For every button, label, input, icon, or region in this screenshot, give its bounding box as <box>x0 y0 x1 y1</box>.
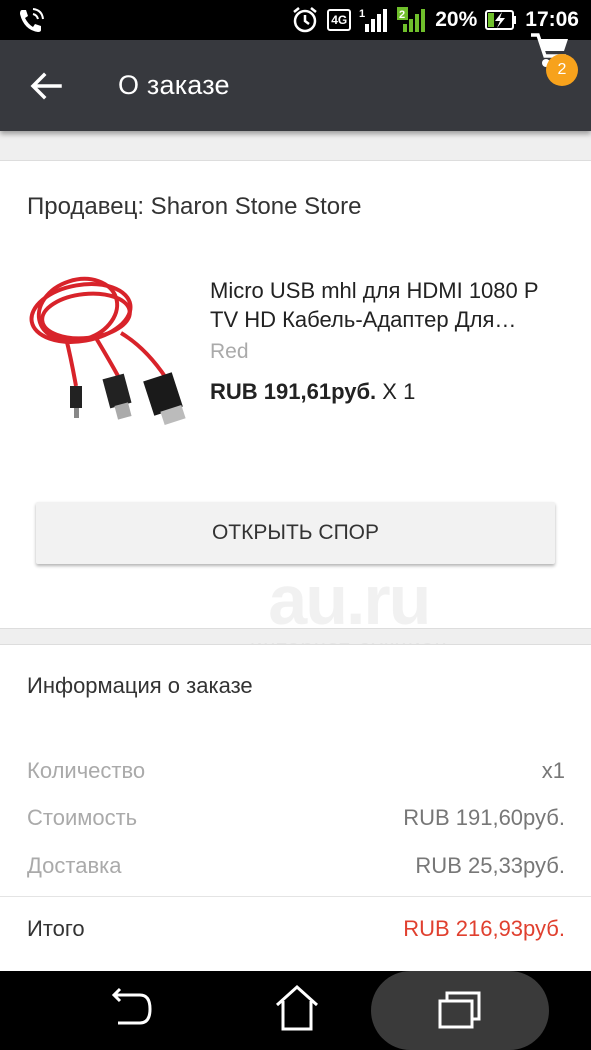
back-nav-icon[interactable] <box>106 971 156 1050</box>
signal-sim2-icon: 2 <box>397 7 426 32</box>
open-dispute-button[interactable]: ОТКРЫТЬ СПОР <box>36 502 555 564</box>
order-info-header: Информация о заказе <box>0 644 591 726</box>
status-bar: 4G 1 2 20% 17:06 <box>0 0 591 40</box>
system-nav-bar <box>0 971 591 1050</box>
cart-count-badge[interactable]: 2 <box>546 54 578 86</box>
product-price-line: RUB 191,61руб. X 1 <box>210 379 415 405</box>
app-bar: О заказе <box>0 40 591 131</box>
phone-call-icon <box>20 8 44 32</box>
product-price: RUB 191,61руб. <box>210 379 377 404</box>
seller-header[interactable]: Продавец: Sharon Stone Store <box>0 160 591 247</box>
row-label: Стоимость <box>27 805 138 830</box>
svg-text:2: 2 <box>399 9 405 21</box>
row-value: RUB 25,33руб. <box>415 853 565 878</box>
battery-charging-icon <box>485 10 517 30</box>
row-label: Доставка <box>27 853 122 878</box>
alarm-icon <box>293 7 318 33</box>
total-label: Итого <box>27 916 85 941</box>
divider <box>0 896 591 897</box>
home-icon[interactable] <box>272 971 322 1050</box>
network-type-badge: 4G <box>327 9 352 31</box>
watermark-logo: au.ru <box>268 561 431 639</box>
seller-name[interactable]: Продавец: Sharon Stone Store <box>27 193 362 221</box>
svg-text:1: 1 <box>359 8 365 20</box>
product-image[interactable] <box>26 268 191 428</box>
product-title[interactable]: Micro USB mhl для HDMI 1080 P TV HD Кабе… <box>210 276 570 334</box>
row-label: Количество <box>27 758 146 783</box>
order-info-body: Количество x1 Стоимость RUB 191,60руб. Д… <box>0 725 591 971</box>
row-value: RUB 191,60руб. <box>403 805 565 830</box>
back-arrow-icon[interactable] <box>26 66 66 106</box>
product-variant: Red <box>210 340 249 363</box>
clock: 17:06 <box>525 8 579 31</box>
battery-percent: 20% <box>435 8 478 31</box>
product-quantity: X 1 <box>382 379 416 404</box>
total-value: RUB 216,93руб. <box>403 916 565 941</box>
order-info-title: Информация о заказе <box>27 673 253 698</box>
signal-sim1-icon: 1 <box>359 8 388 32</box>
page-title: О заказе <box>118 70 230 100</box>
row-value: x1 <box>541 758 565 783</box>
recent-apps-icon[interactable] <box>435 971 485 1050</box>
